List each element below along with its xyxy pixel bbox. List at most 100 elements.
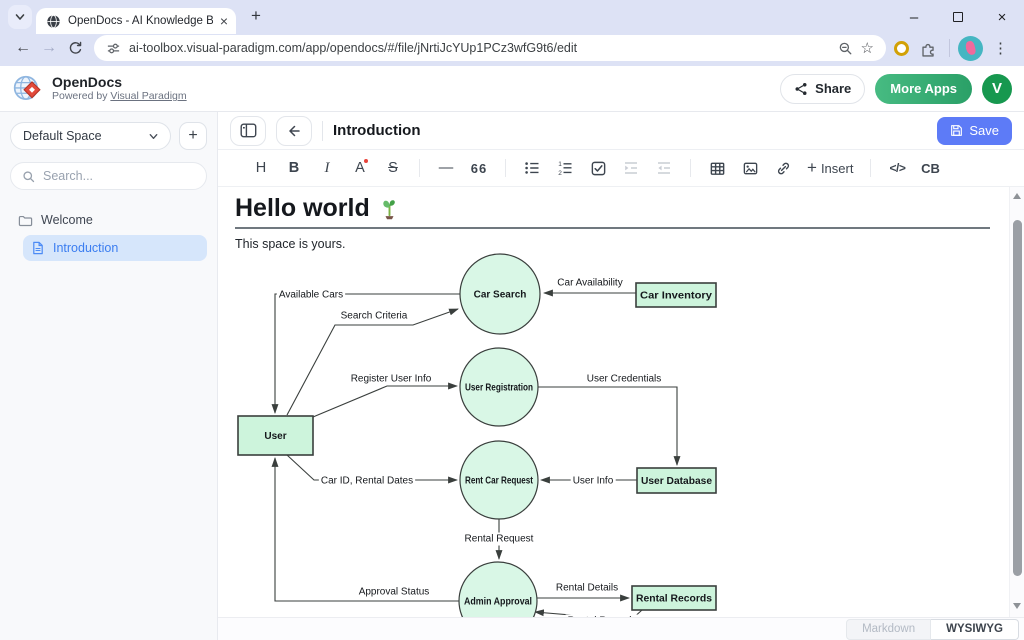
scroll-down-arrow-icon[interactable] bbox=[1013, 603, 1021, 609]
tool-link-icon[interactable] bbox=[768, 154, 798, 182]
profile-avatar[interactable] bbox=[958, 36, 983, 61]
space-selector-value: Default Space bbox=[23, 129, 102, 143]
reload-button[interactable] bbox=[62, 35, 88, 61]
browser-window: { "browser": { "tab_title": "OpenDocs - … bbox=[0, 0, 1024, 640]
save-label: Save bbox=[969, 123, 999, 138]
header-divider bbox=[322, 121, 323, 141]
sidebar-item-welcome[interactable]: Welcome bbox=[10, 207, 207, 233]
close-window-button[interactable]: × bbox=[980, 0, 1024, 34]
reload-icon bbox=[68, 41, 83, 56]
share-icon bbox=[794, 82, 808, 96]
zoom-icon[interactable] bbox=[838, 41, 853, 56]
toggle-sidebar-button[interactable] bbox=[230, 116, 266, 146]
diagram-process-rent-car-request: Rent Car Request bbox=[460, 441, 538, 519]
extensions-button[interactable] bbox=[915, 35, 941, 61]
editor-mode-strip: Markdown WYSIWYG bbox=[218, 617, 1024, 640]
diagram-process-user-registration: User Registration bbox=[460, 348, 538, 426]
save-button[interactable]: Save bbox=[937, 117, 1012, 145]
flow-label: Search Criteria bbox=[341, 311, 408, 322]
scroll-up-arrow-icon[interactable] bbox=[1013, 193, 1021, 199]
space-selector[interactable]: Default Space bbox=[10, 122, 171, 150]
maximize-button[interactable] bbox=[936, 0, 980, 34]
tool-ordered-list-icon[interactable]: 12 bbox=[550, 154, 580, 182]
svg-text:User Database: User Database bbox=[641, 476, 712, 487]
more-apps-button[interactable]: More Apps bbox=[875, 74, 972, 104]
tool-table-icon[interactable] bbox=[702, 154, 732, 182]
opendocs-logo bbox=[12, 73, 44, 105]
flow-label: User Info bbox=[573, 476, 614, 487]
browser-menu-icon[interactable]: ⋮ bbox=[983, 39, 1012, 57]
tool-image-icon[interactable] bbox=[735, 154, 765, 182]
diagram-entity-user: User bbox=[238, 416, 313, 455]
mode-wysiwyg-button[interactable]: WYSIWYG bbox=[931, 619, 1019, 640]
tool-bold-button[interactable]: B bbox=[279, 154, 309, 182]
toolbar-separator bbox=[690, 159, 691, 177]
back-to-pages-button[interactable] bbox=[276, 116, 312, 146]
embedded-diagram[interactable]: Car Search User Registration Rent Car Requ… bbox=[235, 251, 990, 617]
site-settings-icon bbox=[106, 41, 121, 56]
back-button[interactable]: ← bbox=[10, 35, 36, 61]
tab-close-icon[interactable]: × bbox=[220, 14, 228, 28]
tool-horizontal-rule-button[interactable]: — bbox=[431, 154, 461, 182]
url-bar[interactable]: ai-toolbox.visual-paradigm.com/app/opend… bbox=[94, 35, 886, 61]
svg-text:Car Inventory: Car Inventory bbox=[640, 291, 712, 302]
user-avatar[interactable]: V bbox=[982, 74, 1012, 104]
sidebar-item-introduction[interactable]: Introduction bbox=[23, 235, 207, 261]
sidebar: Default Space + Search... Welcome Introdu… bbox=[0, 112, 218, 640]
tool-task-list-icon[interactable] bbox=[583, 154, 613, 182]
share-button[interactable]: Share bbox=[780, 74, 865, 104]
bookmark-star-icon[interactable]: ☆ bbox=[861, 41, 874, 56]
tool-outdent-icon bbox=[649, 154, 679, 182]
tool-bullet-list-icon[interactable] bbox=[517, 154, 547, 182]
search-icon bbox=[22, 170, 35, 183]
browser-tab-strip: OpenDocs - AI Knowledge Base × + – × bbox=[0, 0, 1024, 34]
scrollbar-thumb[interactable] bbox=[1013, 220, 1022, 576]
data-flow-diagram-svg: Car Search User Registration Rent Car Requ… bbox=[235, 251, 735, 617]
diagram-entity-rental-records: Rental Records bbox=[632, 586, 716, 610]
editor-content[interactable]: Hello world This space is yours. Car Sea… bbox=[218, 187, 1024, 617]
tool-insert-button[interactable]: +Insert bbox=[801, 154, 859, 182]
flow-line bbox=[313, 386, 457, 417]
main-panel: Introduction Save HBIAS —66 12 +Insert </>CB… bbox=[218, 112, 1024, 640]
tool-quote-button[interactable]: 66 bbox=[464, 154, 494, 182]
mode-markdown-button[interactable]: Markdown bbox=[846, 619, 931, 640]
document-header: Introduction Save bbox=[218, 112, 1024, 150]
search-input[interactable]: Search... bbox=[10, 162, 207, 190]
new-tab-button[interactable]: + bbox=[244, 4, 268, 28]
add-space-button[interactable]: + bbox=[179, 122, 207, 150]
minimize-button[interactable]: – bbox=[892, 0, 936, 34]
toolbar-separator bbox=[505, 159, 506, 177]
svg-text:Car Search: Car Search bbox=[474, 290, 527, 301]
diagram-entity-user-database: User Database bbox=[637, 468, 716, 493]
flow-label: Car ID, Rental Dates bbox=[321, 476, 413, 487]
flow-line bbox=[538, 387, 677, 465]
tool-strikethrough-button[interactable]: S bbox=[378, 154, 408, 182]
tool-indent-icon bbox=[616, 154, 646, 182]
folder-icon bbox=[18, 213, 33, 228]
window-controls: – × bbox=[892, 0, 1024, 34]
toolbar-separator bbox=[870, 159, 871, 177]
editor-toolbar: HBIAS —66 12 +Insert </>CB bbox=[218, 150, 1024, 187]
document-heading: Hello world bbox=[235, 195, 990, 229]
url-text[interactable]: ai-toolbox.visual-paradigm.com/app/opend… bbox=[129, 41, 830, 55]
tool-heading-button[interactable]: H bbox=[246, 154, 276, 182]
tool-italic-button[interactable]: I bbox=[312, 154, 342, 182]
plus-icon: + bbox=[807, 158, 817, 178]
tool-inline-code-button[interactable]: </> bbox=[882, 154, 912, 182]
chevron-down-icon bbox=[148, 131, 159, 142]
maximize-icon bbox=[953, 12, 963, 22]
extension-badge-icon[interactable] bbox=[894, 41, 909, 56]
browser-tab[interactable]: OpenDocs - AI Knowledge Base × bbox=[36, 8, 236, 34]
visual-paradigm-link[interactable]: Visual Paradigm bbox=[110, 90, 186, 102]
tool-code-block-button[interactable]: CB bbox=[915, 154, 945, 182]
tab-search-button[interactable] bbox=[8, 5, 32, 29]
toolbar-separator bbox=[419, 159, 420, 177]
flow-label: Rental Records bbox=[568, 616, 637, 618]
sidebar-item-label: Welcome bbox=[41, 213, 93, 227]
share-label: Share bbox=[815, 81, 851, 96]
tool-font-color-button[interactable]: A bbox=[345, 154, 375, 182]
brand-text: OpenDocs Powered by Visual Paradigm bbox=[52, 75, 187, 102]
chevron-down-icon bbox=[14, 11, 26, 23]
flow-line bbox=[287, 309, 458, 415]
vertical-scrollbar[interactable] bbox=[1009, 187, 1024, 617]
